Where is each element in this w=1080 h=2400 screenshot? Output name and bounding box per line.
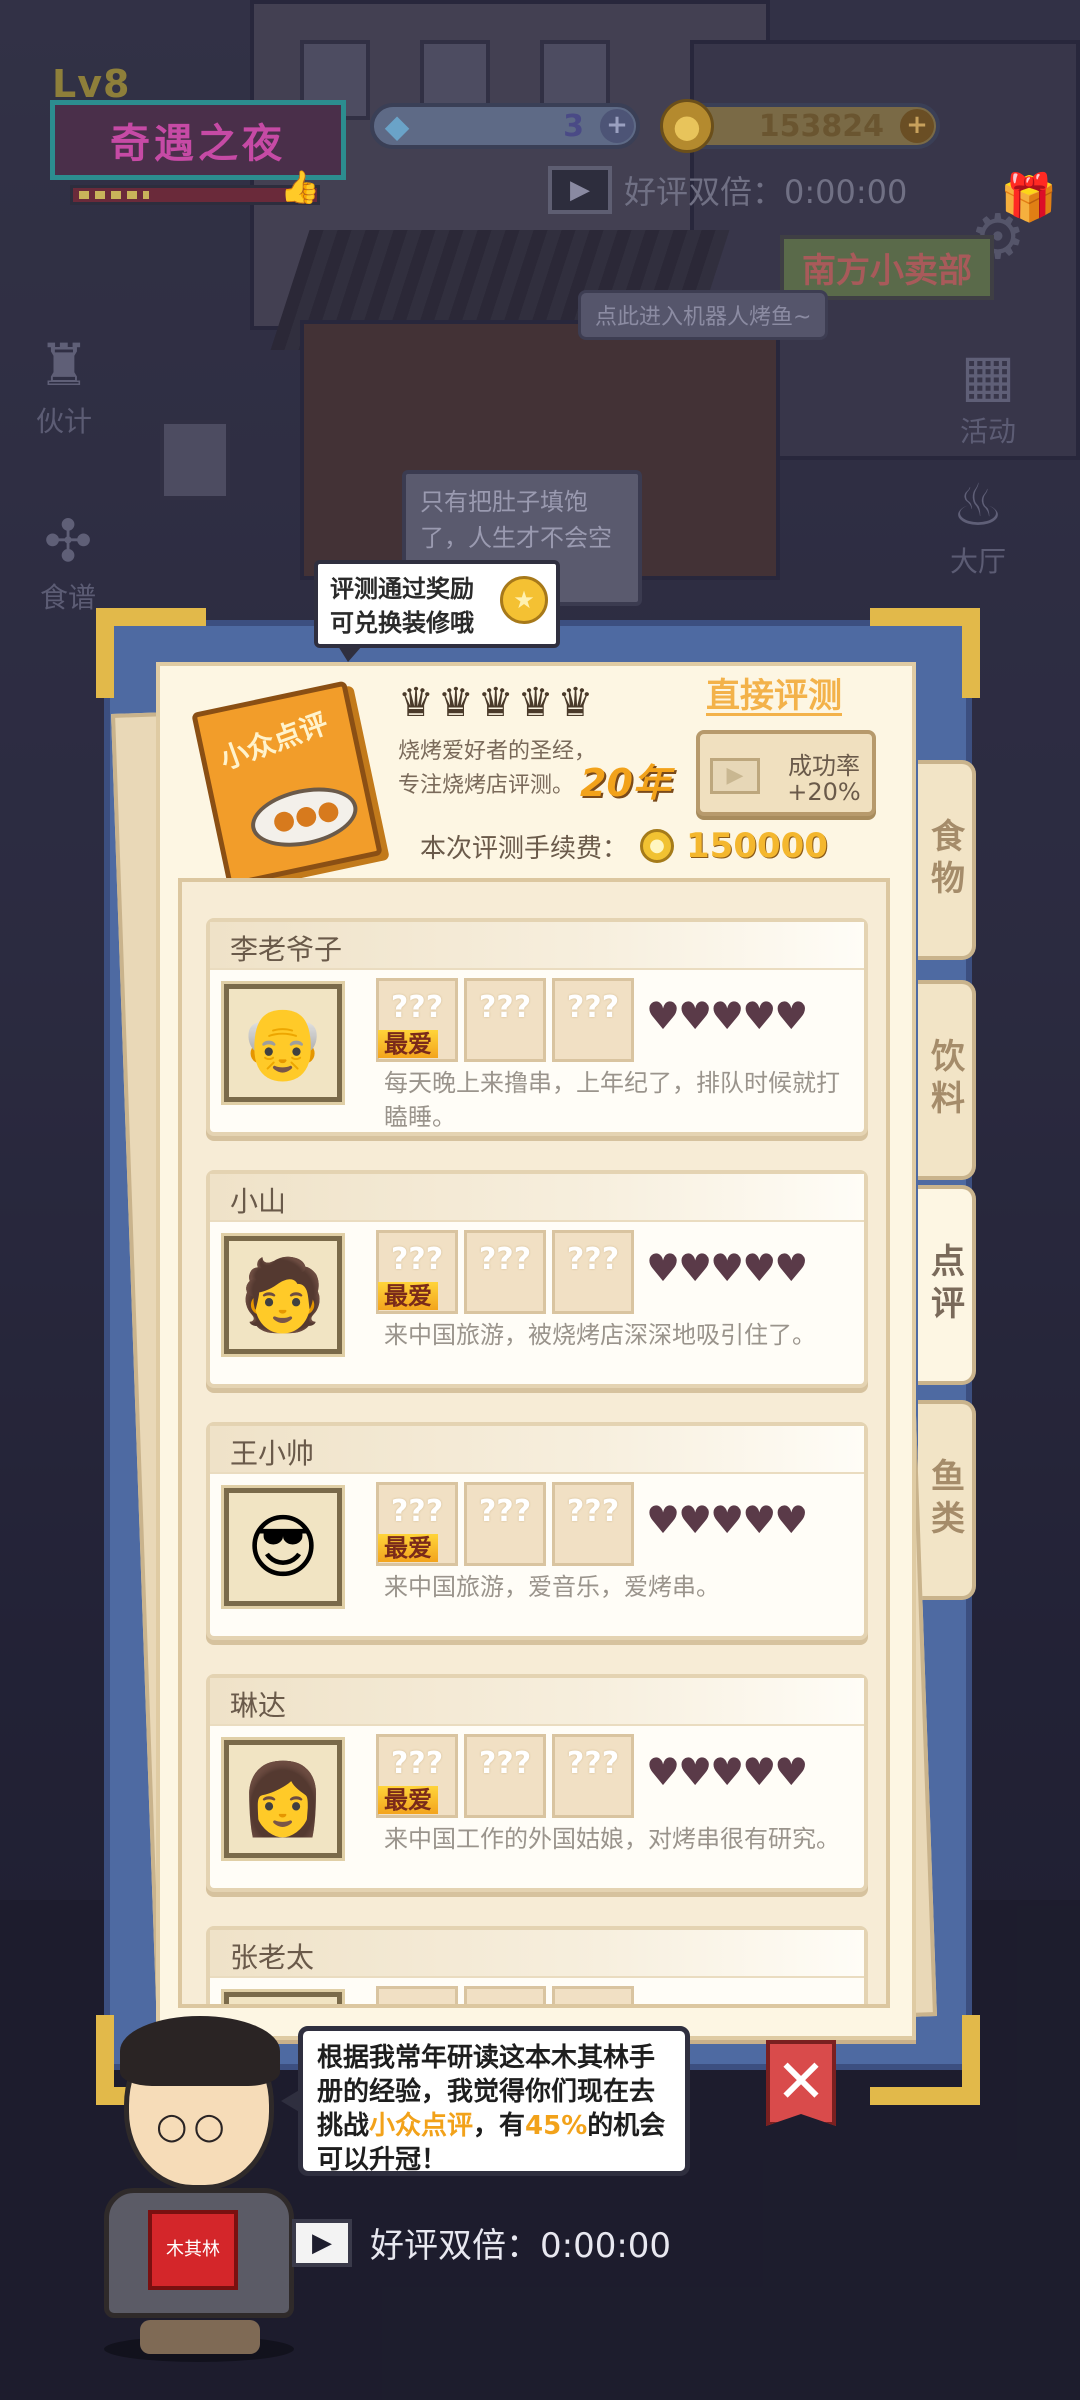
dish-slot: ??? bbox=[464, 1734, 546, 1818]
reviewer-description: 来中国旅游，爱音乐，爱烤串。 bbox=[384, 1573, 720, 1601]
sidebar-item-staff[interactable]: ♜ 伙计 bbox=[36, 330, 92, 440]
fee-amount: 150000 bbox=[686, 826, 828, 866]
dish-slot: ??? bbox=[552, 1734, 634, 1818]
glasses-icon: ○○ bbox=[156, 2106, 231, 2147]
reviewer-card[interactable]: 琳达 👩 ??? ??? ??? 最爱 ♥♥♥♥♥ 来中国工作的外国姑娘，对烤串… bbox=[206, 1674, 868, 1892]
reviewer-card[interactable]: 李老爷子 👴 ??? ??? ??? 最爱 ♥♥♥♥♥ 每天晚上来撸串，上年纪了… bbox=[206, 918, 868, 1136]
fee-label: 本次评测手续费： bbox=[420, 833, 629, 864]
highlight-chance: 45% bbox=[525, 2111, 588, 2141]
success-rate-video-button[interactable]: ▶ 成功率 +20% bbox=[696, 730, 876, 816]
guide-description: 烧烤爱好者的圣经， 专注烧烤店评测。 bbox=[398, 739, 597, 798]
sidebar-item-label: 大厅 bbox=[950, 545, 1007, 578]
crown-icon: ♛ bbox=[398, 680, 434, 726]
robot-restaurant-sign[interactable]: 点此进入机器人烤鱼~ bbox=[578, 290, 829, 340]
tab-food[interactable]: 食物 bbox=[918, 760, 976, 960]
dish-slot: ??? bbox=[464, 1230, 546, 1314]
play-video-icon: ▶ bbox=[548, 166, 612, 214]
add-gems-button[interactable]: + bbox=[600, 109, 634, 143]
reviewer-name: 张老太 bbox=[230, 1941, 315, 1974]
reviewer-description: 来中国旅游，被烧烤店深深地吸引住了。 bbox=[384, 1321, 816, 1349]
crown-icon: ♛ bbox=[557, 680, 594, 726]
reviewer-description: 每天晚上来撸串，上年纪了，排队时候就打瞌睡。 bbox=[384, 1069, 840, 1131]
favorite-badge: 最爱 bbox=[378, 1786, 438, 1814]
reviewer-list[interactable]: 李老爷子 👴 ??? ??? ??? 最爱 ♥♥♥♥♥ 每天晚上来撸串，上年纪了… bbox=[178, 878, 890, 2008]
crown-icon: ♛ bbox=[437, 680, 474, 726]
review-fee: 本次评测手续费： ● 150000 bbox=[420, 826, 828, 866]
diamond-icon: ◆ bbox=[384, 107, 410, 145]
dish-slot: ??? bbox=[464, 1482, 546, 1566]
success-rate-bonus: +20% bbox=[787, 778, 861, 806]
years-badge: 20年 bbox=[580, 761, 671, 805]
coin-icon: ● bbox=[660, 99, 714, 153]
gem-value: 3 bbox=[563, 109, 584, 144]
reviewer-name: 李老爷子 bbox=[230, 933, 343, 966]
tab-drinks[interactable]: 饮料 bbox=[918, 980, 976, 1180]
add-gold-button[interactable]: + bbox=[900, 109, 934, 143]
advisor-character: ○○ 木其林 bbox=[84, 2016, 314, 2362]
reward-tooltip: 评测通过奖励 可兑换装修哦 ★ bbox=[314, 560, 560, 662]
gold-counter[interactable]: ● 153824 + bbox=[660, 99, 940, 153]
heart-rating: ♥♥♥♥♥ bbox=[646, 1246, 808, 1290]
success-rate-label: 成功率 bbox=[788, 752, 860, 780]
reviewer-name: 王小帅 bbox=[230, 1437, 315, 1470]
heart-rating: ♥♥♥♥♥ bbox=[646, 1498, 808, 1542]
sidebar-item-label: 食谱 bbox=[40, 581, 97, 614]
skewer-icon: ✣ bbox=[43, 507, 93, 575]
favorite-badge: 最爱 bbox=[378, 1282, 438, 1310]
sidebar-item-hall[interactable]: ♨ 大厅 bbox=[950, 470, 1006, 580]
reviewer-card[interactable]: 张老太 👵 bbox=[206, 1926, 868, 2004]
guide-book-icon: 木其林 bbox=[148, 2210, 238, 2290]
avatar: 👴 bbox=[224, 984, 342, 1102]
bottom-double-review-timer: 好评双倍：0:00:00 bbox=[370, 2226, 672, 2266]
heart-rating: ♥♥♥♥♥ bbox=[646, 1750, 808, 1794]
direct-review-link[interactable]: 直接评测 bbox=[706, 668, 842, 717]
advisor-speech-bubble: 根据我常年研读这本木其林手册的经验，我觉得你们现在去挑战小众点评，有45%的机会… bbox=[281, 2026, 690, 2176]
favorite-badge: 最爱 bbox=[378, 1030, 438, 1058]
dish-slot: ??? bbox=[552, 978, 634, 1062]
crown-icon: ♛ bbox=[477, 680, 514, 726]
highlight-guide-name: 小众点评 bbox=[369, 2111, 474, 2141]
crown-icon: ♛ bbox=[517, 680, 554, 726]
avatar: 👩 bbox=[224, 1740, 342, 1858]
sidebar-item-label: 伙计 bbox=[36, 405, 93, 438]
chef-hat-icon: ♜ bbox=[38, 331, 90, 399]
reviewer-name: 琳达 bbox=[230, 1689, 287, 1722]
tab-fish[interactable]: 鱼类 bbox=[918, 1400, 976, 1600]
dish-slot bbox=[552, 1986, 634, 2004]
reviewer-name: 小山 bbox=[230, 1185, 287, 1218]
dish-cover-icon: ♨ bbox=[952, 471, 1004, 539]
sidebar-item-events[interactable]: ▦ 活动 bbox=[960, 340, 1016, 450]
close-button[interactable]: ✕ bbox=[766, 2040, 836, 2126]
shop-title: 奇遇之夜 bbox=[110, 121, 286, 167]
play-video-icon: ▶ bbox=[292, 2218, 352, 2267]
dish-slot bbox=[376, 1986, 458, 2004]
heart-rating: ♥♥♥♥♥ bbox=[646, 994, 808, 1038]
sidebar-item-recipes[interactable]: ✣ 食谱 bbox=[40, 506, 96, 616]
top-double-review-timer: 好评双倍：0:00:00 bbox=[624, 173, 908, 211]
coin-icon: ● bbox=[640, 829, 675, 863]
dish-slot: ??? bbox=[552, 1482, 634, 1566]
tab-reviews[interactable]: 点评 bbox=[918, 1185, 976, 1385]
thumbs-up-icon: 👍 bbox=[280, 168, 320, 206]
favorite-badge: 最爱 bbox=[378, 1534, 438, 1562]
reviewer-card[interactable]: 王小帅 😎 ??? ??? ??? 最爱 ♥♥♥♥♥ 来中国旅游，爱音乐，爱烤串… bbox=[206, 1422, 868, 1640]
avatar: 😎 bbox=[224, 1488, 342, 1606]
sidebar-item-label: 活动 bbox=[960, 415, 1017, 448]
dish-slot bbox=[464, 1986, 546, 2004]
reviewer-description: 来中国工作的外国姑娘，对烤串很有研究。 bbox=[384, 1825, 840, 1853]
bottom-double-review-button[interactable]: ▶ 好评双倍：0:00:00 bbox=[292, 2218, 671, 2267]
calendar-icon: ▦ bbox=[960, 341, 1016, 409]
reviewer-card[interactable]: 小山 🧑 ??? ??? ??? 最爱 ♥♥♥♥♥ 来中国旅游，被烧烤店深深地吸… bbox=[206, 1170, 868, 1388]
play-video-icon: ▶ bbox=[710, 758, 760, 794]
book-title: 小众点评 bbox=[215, 706, 333, 776]
dish-slot: ??? bbox=[464, 978, 546, 1062]
top-double-review-button[interactable]: ▶ 好评双倍：0:00:00 bbox=[548, 166, 907, 214]
avatar: 🧑 bbox=[224, 1236, 342, 1354]
crown-rating: ♛ ♛ ♛ ♛ ♛ bbox=[398, 680, 593, 726]
gold-value: 153824 bbox=[758, 109, 884, 144]
avatar: 👵 bbox=[224, 1992, 342, 2004]
gem-counter[interactable]: ◆ 3 + bbox=[370, 103, 640, 149]
medal-icon: ★ bbox=[500, 576, 548, 624]
dish-slot: ??? bbox=[552, 1230, 634, 1314]
